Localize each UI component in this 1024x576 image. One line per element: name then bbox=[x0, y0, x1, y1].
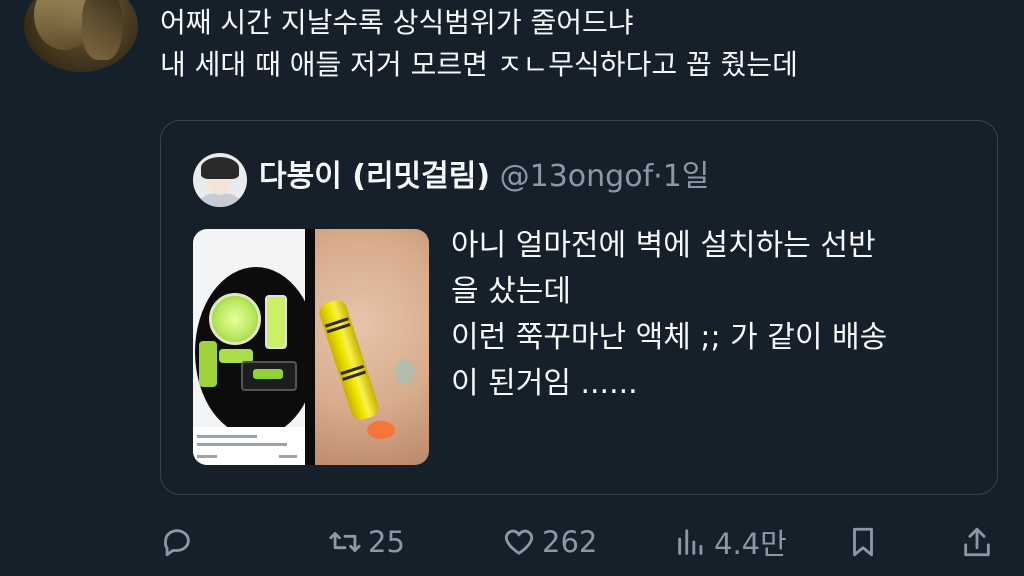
tweet-action-bar: 25 262 4.4만 bbox=[160, 520, 1000, 564]
quoted-text-line: 이런 쭉꾸마난 액체 ;; 가 같이 배송 bbox=[451, 320, 888, 355]
views-count: 4.4만 bbox=[714, 527, 787, 561]
tweet-text-line: 내 세대 때 애들 저거 모르면 ㅈㄴ무식하다고 꼽 줬는데 bbox=[160, 48, 798, 81]
like-button[interactable]: 262 bbox=[502, 520, 597, 564]
quoted-timestamp[interactable]: 1일 bbox=[663, 159, 710, 194]
quoted-author-avatar[interactable] bbox=[193, 153, 247, 207]
reply-icon bbox=[163, 529, 190, 557]
quoted-tweet-media[interactable] bbox=[193, 229, 429, 465]
share-icon bbox=[964, 527, 990, 557]
tweet-text-line: 어째 시간 지날수록 상식범위가 줄어드냐 bbox=[160, 6, 634, 39]
author-avatar[interactable] bbox=[24, 0, 138, 72]
quoted-text-line: 을 샀는데 bbox=[451, 274, 571, 309]
heart-icon bbox=[504, 529, 534, 555]
product-photo bbox=[193, 229, 317, 465]
header-separator: · bbox=[653, 159, 663, 194]
share-button[interactable] bbox=[960, 520, 994, 564]
reply-button[interactable] bbox=[160, 520, 194, 564]
retweet-count: 25 bbox=[368, 525, 405, 559]
quoted-tweet-header: 다봉이 (리밋걸림) @13ongof·1일 bbox=[259, 157, 709, 197]
quoted-text-line: 아니 얼마전에 벽에 설치하는 선반 bbox=[451, 228, 876, 263]
quoted-tweet-card[interactable]: 다봉이 (리밋걸림) @13ongof·1일 아니 얼마전에 벽에 설치하는 선… bbox=[160, 120, 998, 495]
bookmark-button[interactable] bbox=[846, 520, 880, 564]
quoted-tweet-text: 아니 얼마전에 벽에 설치하는 선반 을 샀는데 이런 쭉꾸마난 액체 ;; 가… bbox=[451, 223, 981, 407]
bookmark-icon bbox=[853, 527, 873, 557]
quoted-handle[interactable]: @13ongof bbox=[500, 159, 654, 194]
quoted-display-name[interactable]: 다봉이 (리밋걸림) bbox=[259, 159, 490, 194]
views-button[interactable]: 4.4만 bbox=[674, 520, 787, 564]
like-count: 262 bbox=[542, 525, 598, 559]
retweet-button[interactable]: 25 bbox=[328, 520, 405, 564]
quoted-text-line: 이 된거임 ...... bbox=[451, 366, 638, 401]
views-icon bbox=[678, 529, 703, 555]
retweet-icon bbox=[329, 532, 361, 552]
hand-holding-level-photo bbox=[315, 229, 429, 465]
tweet-text: 어째 시간 지날수록 상식범위가 줄어드냐 내 세대 때 애들 저거 모르면 ㅈ… bbox=[160, 2, 1000, 86]
